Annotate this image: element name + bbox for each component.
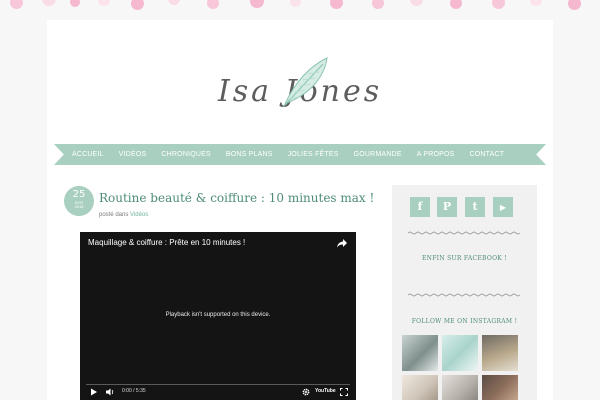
post-category-link[interactable]: Vidéos [130,212,148,218]
feather-icon [282,57,328,108]
facebook-heading[interactable]: ENFIN SUR FACEBOOK ! [392,255,537,262]
wavy-divider [408,231,520,235]
instagram-photo[interactable] [482,335,518,371]
post-date-badge: 25 AVR 2018 [64,186,94,216]
post-date-year: 2018 [74,204,84,209]
main-nav: ACCUEIL VIDÉOS CHRONIQUES BONS PLANS JOL… [72,144,519,165]
instagram-heading: FOLLOW ME ON INSTAGRAM ! [411,318,518,325]
instagram-photo[interactable] [482,375,518,400]
playback-message: Playback isn't supported on this device. [165,312,271,318]
video-time: 0:00 / 5:35 [122,388,146,394]
nav-item-videos[interactable]: VIDÉOS [119,151,147,158]
settings-gear-icon[interactable] [302,388,310,396]
instagram-photo[interactable] [442,375,478,400]
nav-item-chroniques[interactable]: CHRONIQUES [161,151,210,158]
instagram-photo[interactable] [402,335,438,371]
video-controls: 0:00 / 5:35 YouTube [80,380,356,400]
facebook-icon[interactable]: f [410,197,430,217]
site-header: Isa Jones [47,20,553,144]
youtube-icon[interactable]: ▶ [493,197,513,217]
sidebar: f P t ▶ ENFIN SUR FACEBOOK ! FOLLOW ME O… [392,185,537,400]
pinterest-icon[interactable]: P [437,197,457,217]
fullscreen-icon[interactable] [340,388,348,396]
nav-item-jolies-fetes[interactable]: JOLIES FÊTES [288,151,339,158]
nav-item-accueil[interactable]: ACCUEIL [72,151,104,158]
wavy-divider [408,293,520,297]
post-title[interactable]: Routine beauté & coiffure : 10 minutes m… [99,191,374,205]
post-meta-prefix: posté dans [99,212,129,218]
post-date-day: 25 [72,189,86,200]
instagram-photo[interactable] [402,375,438,400]
post-meta: posté dans Vidéos [99,212,148,218]
youtube-logo[interactable]: YouTube [315,388,336,394]
nav-item-a-propos[interactable]: A PROPOS [417,151,455,158]
volume-icon[interactable] [106,388,115,396]
share-icon[interactable] [336,237,348,249]
play-icon[interactable] [90,388,98,396]
nav-item-contact[interactable]: CONTACT [470,151,505,158]
nav-item-gourmande[interactable]: GOURMANDE [354,151,402,158]
nav-item-bons-plans[interactable]: BONS PLANS [226,151,273,158]
video-player[interactable]: Maquillage & coiffure : Prête en 10 minu… [80,232,356,400]
video-progress-bar[interactable] [86,384,350,385]
polka-dot-border [0,0,600,16]
twitter-icon[interactable]: t [465,197,485,217]
video-title[interactable]: Maquillage & coiffure : Prête en 10 minu… [88,238,245,247]
instagram-photo[interactable] [442,335,478,371]
